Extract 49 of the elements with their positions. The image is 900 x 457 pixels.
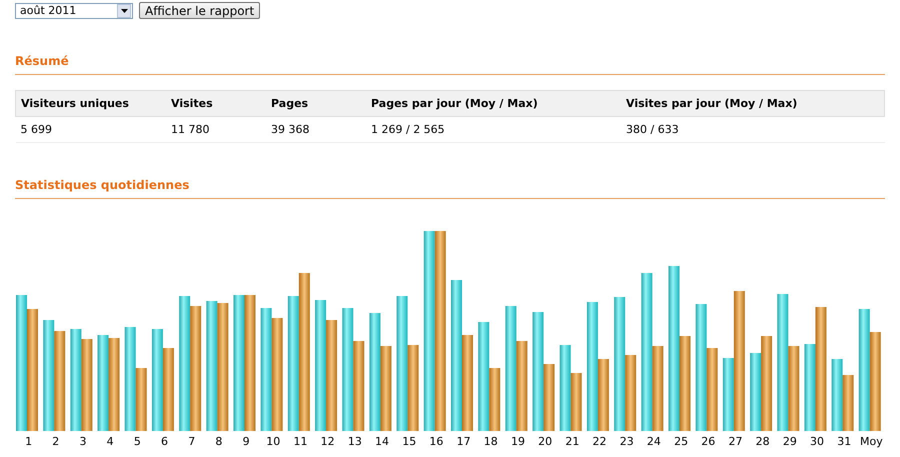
- chart-bar: [832, 359, 843, 431]
- table-cell: 39 368: [266, 116, 366, 142]
- axis-label: 9: [242, 435, 251, 448]
- axis-label: 12: [320, 435, 336, 448]
- section-heading: Statistiques quotidiennes: [15, 178, 885, 199]
- axis-label: 30: [809, 435, 826, 448]
- dropdown-arrow-icon: [120, 8, 128, 12]
- axis-label: 8: [214, 435, 224, 448]
- axis-label: 15: [401, 435, 418, 448]
- axis-label: 2: [51, 435, 60, 448]
- axis-label: 27: [727, 435, 744, 448]
- show-report-button[interactable]: Afficher le rapport: [139, 2, 260, 19]
- axis-label: 10: [265, 435, 282, 448]
- axis-label: 16: [428, 435, 444, 448]
- column-header: Pages: [266, 90, 366, 116]
- axis-label: Moy: [859, 435, 884, 448]
- axis-label: 7: [187, 435, 196, 448]
- column-header: Visites par jour (Moy / Max): [621, 90, 884, 116]
- axis-label: 20: [537, 435, 554, 448]
- axis-label: 31: [836, 435, 852, 448]
- axis-label: 23: [618, 435, 635, 448]
- column-header: Pages par jour (Moy / Max): [366, 90, 621, 116]
- column-header: Visites: [166, 90, 266, 116]
- axis-label: 18: [482, 435, 499, 448]
- axis-label: 29: [782, 435, 798, 448]
- axis-label: 4: [106, 435, 115, 448]
- axis-label: 21: [564, 435, 580, 448]
- section-heading: Résumé: [15, 54, 885, 75]
- axis-label: 5: [132, 435, 142, 448]
- axis-label: 24: [646, 435, 662, 448]
- axis-label: 28: [754, 435, 771, 448]
- chart-bar: [842, 375, 854, 431]
- table-cell: 380 / 633: [621, 116, 884, 142]
- axis-label: 25: [673, 435, 690, 448]
- axis-label: 13: [346, 435, 363, 448]
- month-select[interactable]: août 2011: [15, 2, 133, 18]
- axis-label: 3: [78, 435, 88, 448]
- axis-label: 11: [292, 435, 308, 448]
- axis-label: 17: [456, 435, 472, 448]
- axis-label: 19: [510, 435, 526, 448]
- column-header: Visiteurs uniques: [16, 90, 166, 116]
- axis-label: 6: [160, 435, 170, 448]
- axis-label: 26: [700, 435, 716, 448]
- table-cell: 11 780: [166, 116, 266, 142]
- axis-label: 1: [24, 435, 34, 448]
- table-cell: 5 699: [16, 116, 166, 142]
- axis-label: 14: [374, 435, 390, 448]
- table-cell: 1 269 / 2 565: [366, 116, 621, 142]
- axis-label: 22: [592, 435, 608, 448]
